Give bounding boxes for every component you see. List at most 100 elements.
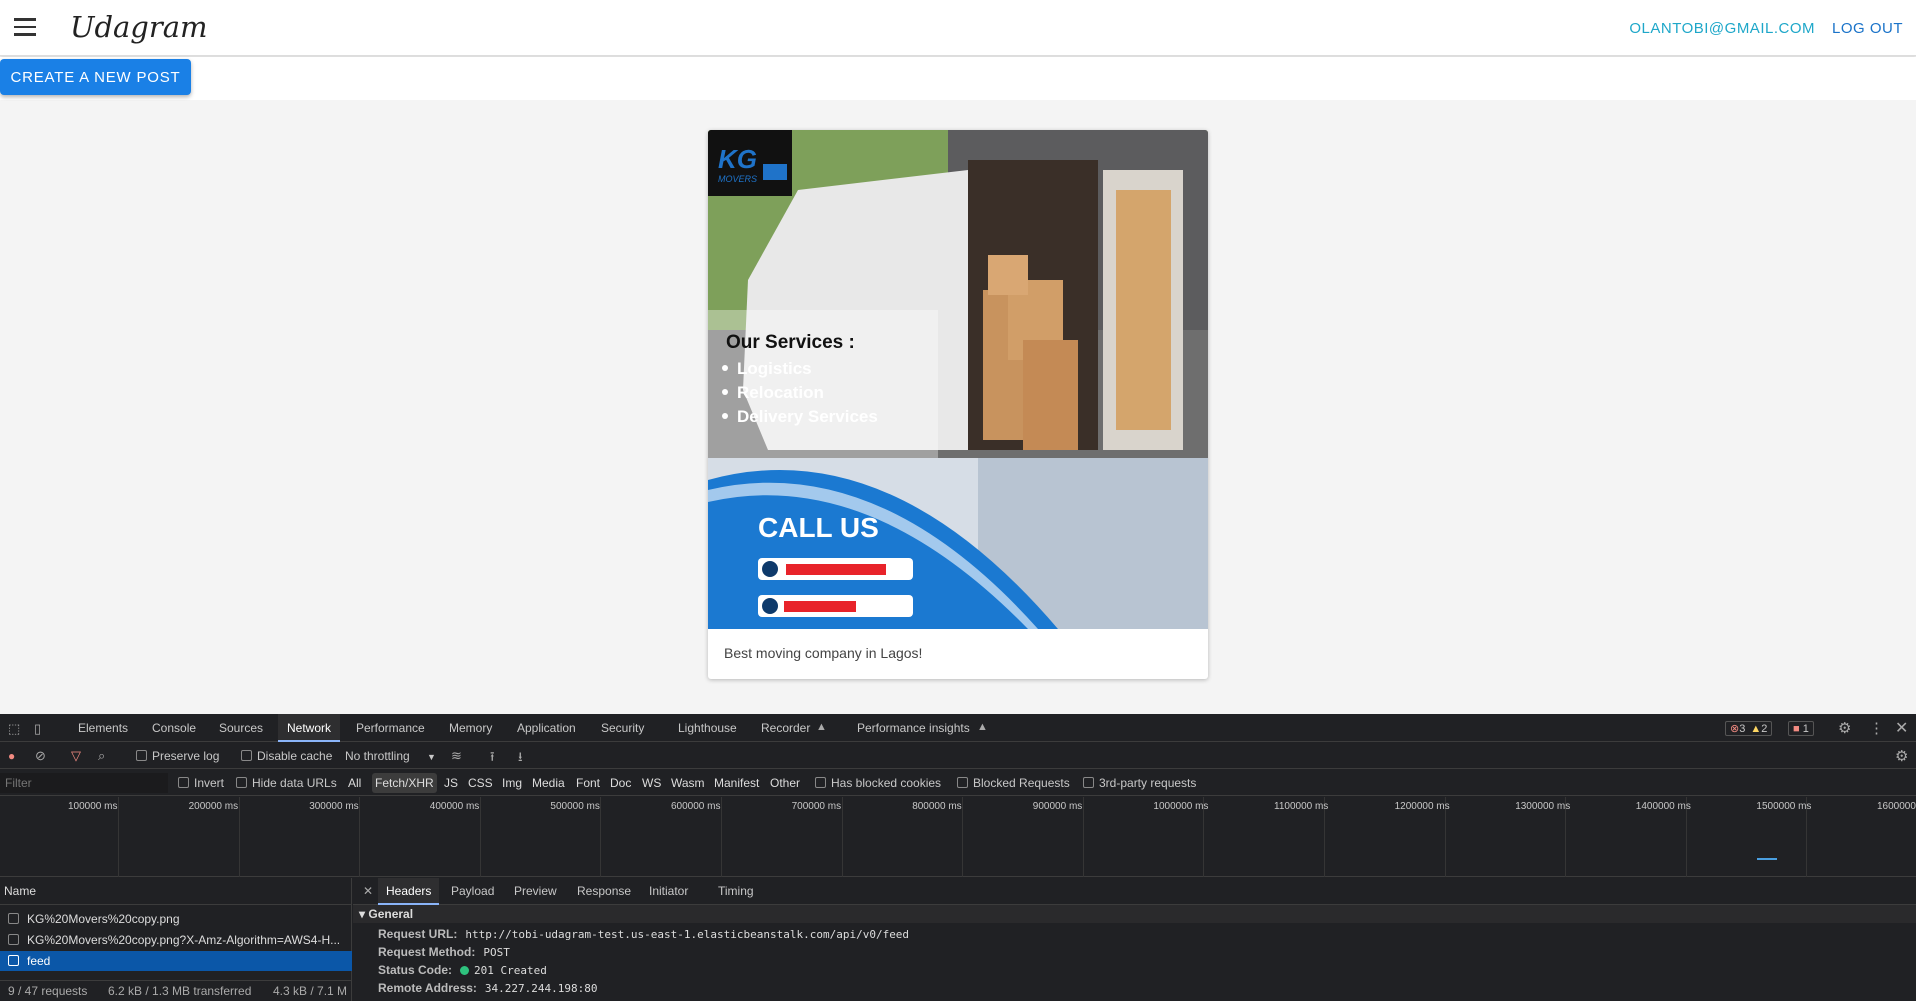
tab-recorder[interactable]: Recorder (752, 714, 819, 742)
type-filter-img[interactable]: Img (499, 773, 525, 793)
network-filter-bar: Invert Hide data URLs All Fetch/XHR JS C… (0, 770, 1916, 796)
request-url-row: Request URL: http://tobi-udagram-test.us-… (378, 927, 910, 941)
app-header: Udagram OLANTOBI@GMAIL.COM LOG OUT (0, 0, 1916, 56)
tab-preview[interactable]: Preview (506, 878, 565, 905)
filter-input[interactable] (0, 773, 168, 793)
issue-count: 1 (1802, 723, 1809, 735)
status-ok-icon (460, 966, 470, 975)
tab-performance[interactable]: Performance (347, 714, 434, 742)
network-summary-bar: 9 / 47 requests 6.2 kB / 1.3 MB transfer… (0, 980, 352, 1001)
hamburger-menu-icon[interactable] (14, 18, 36, 36)
timeline-gridline (841, 797, 843, 877)
issues-badge[interactable]: ■ 1 (1788, 721, 1814, 736)
type-filter-media[interactable]: Media (529, 773, 568, 793)
filter-icon[interactable]: ▽ (71, 748, 81, 764)
logo-subtext: MOVERS (718, 174, 757, 184)
timeline-tick-label: 600000 ms (671, 801, 721, 812)
disable-cache-checkbox[interactable]: Disable cache (241, 743, 332, 769)
general-section-header[interactable]: ▾ General (353, 905, 1916, 923)
inspect-element-icon[interactable]: ⬚ (8, 721, 20, 737)
request-row-selected[interactable]: feed (0, 951, 352, 971)
type-filter-doc[interactable]: Doc (607, 773, 634, 793)
tab-lighthouse[interactable]: Lighthouse (669, 714, 746, 742)
timeline-tick-label: 1400000 ms (1635, 801, 1691, 812)
triangle-down-icon: ▾ (359, 907, 366, 921)
tab-security[interactable]: Security (592, 714, 653, 742)
request-row[interactable]: KG%20Movers%20copy.png?X-Amz-Algorithm=A… (0, 930, 352, 950)
type-filter-ws[interactable]: WS (639, 773, 664, 793)
network-conditions-icon[interactable]: ≋ (451, 748, 462, 764)
tab-headers[interactable]: Headers (378, 878, 440, 905)
device-toolbar-icon[interactable]: ▯ (34, 721, 41, 737)
close-icon[interactable]: ✕ (1895, 718, 1908, 738)
close-detail-icon[interactable]: ✕ (363, 884, 373, 898)
remote-address-row: Remote Address: 34.227.244.198:80 (378, 981, 598, 995)
type-filter-wasm[interactable]: Wasm (668, 773, 708, 793)
timeline-tick-label: 700000 ms (791, 801, 842, 812)
service-item: Relocation (737, 383, 824, 402)
services-title: Our Services : (726, 332, 855, 353)
warning-icon: ▲ (1750, 723, 1762, 735)
tab-console[interactable]: Console (143, 714, 205, 742)
upload-icon[interactable]: ⭱ (490, 748, 495, 770)
timeline-tick-label: 1600000 ms (1877, 801, 1916, 812)
network-settings-gear-icon[interactable]: ⚙ (1895, 747, 1908, 765)
timeline-gridline (238, 797, 240, 877)
type-filter-fetch-xhr[interactable]: Fetch/XHR (372, 773, 437, 793)
has-blocked-cookies-checkbox[interactable]: Has blocked cookies (815, 770, 941, 796)
type-filter-other[interactable]: Other (767, 773, 803, 793)
blocked-requests-checkbox[interactable]: Blocked Requests (957, 770, 1070, 796)
clear-icon[interactable]: ⊘ (35, 748, 46, 764)
timeline-tick-label: 500000 ms (550, 801, 600, 812)
more-options-icon[interactable]: ⋮ (1869, 719, 1884, 737)
search-icon[interactable]: ⌕ (98, 748, 105, 764)
tab-timing[interactable]: Timing (710, 878, 762, 905)
status-code-row: Status Code: 201 Created (378, 963, 547, 977)
timeline-tick-label: 800000 ms (912, 801, 962, 812)
tab-network[interactable]: Network (278, 714, 341, 742)
network-toolbar: ● ⊘ ▽ ⌕ Preserve log Disable cache No th… (0, 743, 1916, 769)
name-column-header[interactable]: Name (0, 878, 351, 905)
timeline-gridline (721, 797, 722, 877)
network-timeline-overview[interactable]: 100000 ms 200000 ms 300000 ms 400000 ms 5000… (0, 797, 1916, 877)
type-filter-manifest[interactable]: Manifest (711, 773, 762, 793)
logo-text: KG (718, 144, 757, 174)
type-filter-font[interactable]: Font (573, 773, 603, 793)
type-filter-css[interactable]: CSS (465, 773, 496, 793)
throttling-select[interactable]: No throttling ▼ (345, 743, 436, 769)
record-icon[interactable]: ● (8, 749, 15, 763)
create-post-button[interactable]: CREATE A NEW POST (0, 59, 191, 95)
tab-performance-insights[interactable]: Performance insights (848, 714, 979, 742)
issue-icon: ■ (1793, 723, 1800, 735)
detail-tab-bar: ✕ Headers Payload Preview Response Initi… (353, 878, 1916, 905)
timeline-gridline (600, 797, 602, 877)
post-caption: Best moving company in Lagos! (724, 645, 923, 661)
flask-icon: ▲ (977, 721, 988, 733)
request-row[interactable]: KG%20Movers%20copy.png (0, 909, 352, 929)
download-icon[interactable]: ⭳ (518, 748, 523, 770)
timeline-tick-label: 1100000 ms (1274, 801, 1329, 812)
timeline-tick-label: 100000 ms (68, 801, 118, 812)
settings-gear-icon[interactable]: ⚙ (1838, 719, 1851, 737)
tab-memory[interactable]: Memory (440, 714, 501, 742)
logout-button[interactable]: LOG OUT (1832, 20, 1903, 37)
flask-icon: ▲ (816, 721, 827, 733)
timeline-tick-label: 400000 ms (429, 801, 480, 812)
user-email[interactable]: OLANTOBI@GMAIL.COM (1629, 20, 1815, 37)
tab-initiator[interactable]: Initiator (641, 878, 696, 905)
hide-data-urls-checkbox[interactable]: Hide data URLs (236, 770, 337, 796)
third-party-requests-checkbox[interactable]: 3rd-party requests (1083, 770, 1196, 796)
tab-payload[interactable]: Payload (443, 878, 502, 905)
post-image: KG MOVERS Our Services : Logistics Reloc… (708, 130, 1208, 629)
request-method-row: Request Method: POST (378, 945, 510, 959)
brand-logo[interactable]: Udagram (70, 10, 208, 44)
tab-sources[interactable]: Sources (210, 714, 272, 742)
type-filter-js[interactable]: JS (441, 773, 461, 793)
tab-elements[interactable]: Elements (69, 714, 137, 742)
tab-response[interactable]: Response (569, 878, 639, 905)
preserve-log-checkbox[interactable]: Preserve log (136, 743, 219, 769)
tab-application[interactable]: Application (508, 714, 585, 742)
error-warning-badge[interactable]: ⊗3 ▲2 (1725, 721, 1773, 736)
invert-checkbox[interactable]: Invert (178, 770, 224, 796)
type-filter-all[interactable]: All (345, 773, 364, 793)
